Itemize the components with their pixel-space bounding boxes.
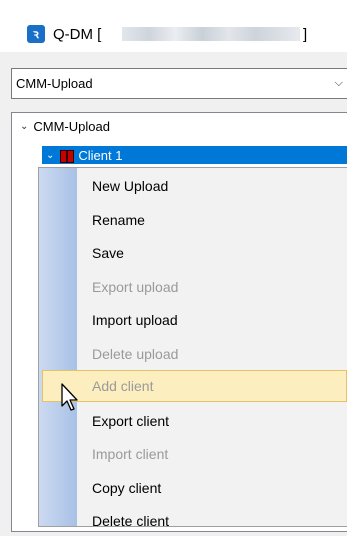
menu-item-export-client[interactable]: Export client xyxy=(92,406,169,436)
upload-select-value: CMM-Upload xyxy=(16,76,93,91)
context-menu: New Upload Rename Save Export upload Imp… xyxy=(38,167,347,529)
menu-icon-gutter xyxy=(39,168,77,526)
menu-item-export-upload[interactable]: Export upload xyxy=(92,272,178,302)
menu-item-new-upload[interactable]: New Upload xyxy=(92,171,168,201)
window-title: Q-DM [ xyxy=(53,26,102,43)
window-titlebar[interactable]: ꝛ Q-DM [ ] xyxy=(0,0,347,52)
menu-item-add-client[interactable]: Add client xyxy=(92,371,153,401)
tree-node-client-1[interactable]: ⌄ Client 1 xyxy=(42,146,347,164)
mouse-cursor-icon xyxy=(61,383,78,411)
tree-node-label: CMM-Upload xyxy=(33,119,110,134)
menu-item-import-client[interactable]: Import client xyxy=(92,439,168,469)
menu-item-rename[interactable]: Rename xyxy=(92,205,145,235)
redacted-title-text xyxy=(122,27,300,41)
chevron-down-icon[interactable]: ⌄ xyxy=(46,150,54,161)
tree-node-label: Client 1 xyxy=(78,147,123,163)
window-title-end: ] xyxy=(303,26,308,43)
chevron-down-icon[interactable]: ⌄ xyxy=(20,121,28,132)
chevron-down-icon[interactable]: ⌵ xyxy=(335,77,343,90)
menu-item-save[interactable]: Save xyxy=(92,238,124,268)
menu-item-copy-client[interactable]: Copy client xyxy=(92,473,161,503)
client-icon xyxy=(60,149,75,163)
tree-node-cmm-upload[interactable]: ⌄ CMM-Upload xyxy=(20,119,110,134)
menu-item-highlight xyxy=(42,370,347,402)
menu-item-delete-client[interactable]: Delete client xyxy=(92,506,169,536)
upload-select[interactable]: CMM-Upload ⌵ xyxy=(11,68,347,99)
menu-item-import-upload[interactable]: Import upload xyxy=(92,305,178,335)
app-icon: ꝛ xyxy=(27,25,45,43)
menu-item-delete-upload[interactable]: Delete upload xyxy=(92,339,178,369)
